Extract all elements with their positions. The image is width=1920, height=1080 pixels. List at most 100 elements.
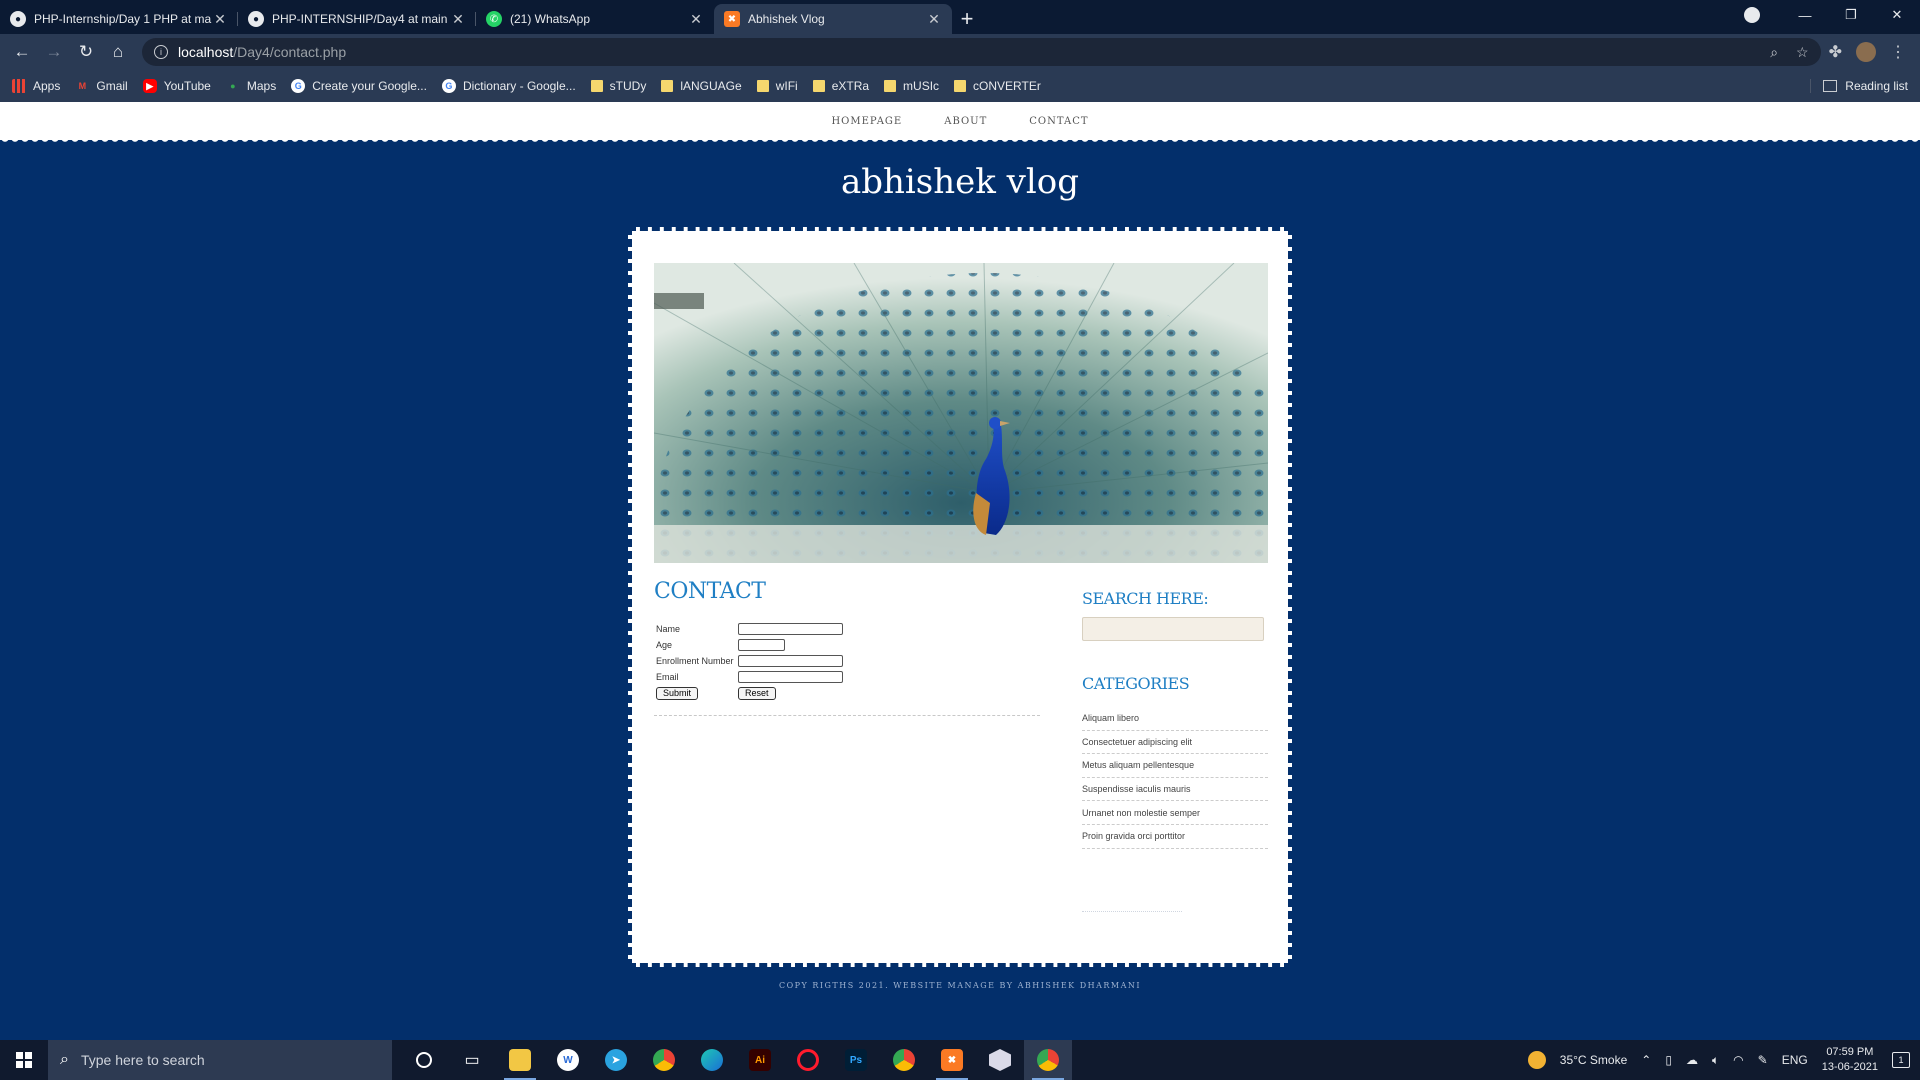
reading-list-button[interactable]: Reading list bbox=[1810, 79, 1908, 93]
search-input[interactable] bbox=[1082, 617, 1264, 641]
category-item[interactable]: Metus aliquam pellentesque bbox=[1082, 754, 1268, 778]
photoshop-icon[interactable]: Ps bbox=[832, 1040, 880, 1080]
weather-text[interactable]: 35°C Smoke bbox=[1560, 1053, 1628, 1067]
taskbar-search-placeholder: Type here to search bbox=[80, 1052, 205, 1068]
extensions-icon[interactable]: ✤ bbox=[1829, 42, 1842, 62]
clock-date: 13-06-2021 bbox=[1821, 1061, 1878, 1073]
clock[interactable]: 07:59 PM 13-06-2021 bbox=[1822, 1045, 1878, 1075]
bookmark-create-google[interactable]: G Create your Google... bbox=[291, 79, 427, 93]
home-icon[interactable]: ⌂ bbox=[102, 37, 134, 67]
xampp-taskbar-icon[interactable]: ✖ bbox=[928, 1040, 976, 1080]
bookmark-folder-converter[interactable]: cONVERTEr bbox=[954, 79, 1041, 93]
bookmark-youtube[interactable]: ▶ YouTube bbox=[142, 79, 211, 93]
tab-abhishek-vlog[interactable]: ✖ Abhishek Vlog ✕ bbox=[714, 4, 952, 34]
minimize-icon[interactable]: — bbox=[1782, 8, 1828, 23]
folder-icon bbox=[661, 80, 674, 92]
bookmark-folder-music[interactable]: mUSIc bbox=[884, 79, 939, 93]
bookmark-folder-extra[interactable]: eXTRa bbox=[812, 79, 869, 93]
reload-icon[interactable]: ↻ bbox=[70, 37, 102, 67]
telegram-icon[interactable]: ➤ bbox=[592, 1040, 640, 1080]
submit-button[interactable]: Submit bbox=[656, 686, 699, 700]
edge-icon[interactable] bbox=[688, 1040, 736, 1080]
back-icon[interactable]: ← bbox=[6, 37, 38, 67]
search-heading: SEARCH HERE: bbox=[1082, 589, 1209, 608]
profile-avatar[interactable] bbox=[1856, 42, 1876, 62]
task-view-icon[interactable]: ▭ bbox=[448, 1040, 496, 1080]
address-bar[interactable]: i localhost/Day4/contact.php ⌕ ☆ bbox=[142, 38, 1821, 66]
start-button[interactable] bbox=[0, 1040, 48, 1080]
chrome-icon[interactable] bbox=[640, 1040, 688, 1080]
category-item[interactable]: Aliquam libero bbox=[1082, 707, 1268, 731]
notification-icon[interactable]: 1 bbox=[1892, 1052, 1910, 1068]
nav-contact[interactable]: CONTACT bbox=[1029, 116, 1088, 127]
contact-heading: CONTACT bbox=[654, 579, 766, 604]
web-page: HOMEPAGE ABOUT CONTACT abhishek vlog CON… bbox=[0, 102, 1920, 1040]
opera-icon[interactable] bbox=[784, 1040, 832, 1080]
name-input[interactable] bbox=[738, 623, 843, 635]
clock-time: 07:59 PM bbox=[1826, 1046, 1874, 1058]
age-label: Age bbox=[656, 640, 673, 650]
wps-icon[interactable]: W bbox=[544, 1040, 592, 1080]
wifi-icon[interactable]: ◠ bbox=[1733, 1053, 1743, 1067]
category-item[interactable]: Suspendisse iaculis mauris bbox=[1082, 778, 1268, 802]
categories-list: Aliquam libero Consectetuer adipiscing e… bbox=[1082, 707, 1268, 849]
bookmark-maps[interactable]: ● Maps bbox=[226, 79, 276, 93]
windows-taskbar: ⌕ Type here to search ▭ W ➤ Ai Ps ✖ 35°C… bbox=[0, 1040, 1920, 1080]
close-icon[interactable]: ✕ bbox=[926, 11, 942, 28]
bookmark-apps[interactable]: Apps bbox=[12, 79, 60, 93]
language-indicator[interactable]: ENG bbox=[1782, 1053, 1808, 1067]
nav-homepage[interactable]: HOMEPAGE bbox=[831, 116, 902, 127]
chrome-profile-icon[interactable] bbox=[880, 1040, 928, 1080]
tab-title: Abhishek Vlog bbox=[748, 12, 825, 26]
zoom-icon[interactable]: ⌕ bbox=[1770, 44, 1778, 61]
category-item[interactable]: Consectetuer adipiscing elit bbox=[1082, 731, 1268, 755]
bookmark-star-icon[interactable]: ☆ bbox=[1796, 44, 1809, 61]
bookmark-gmail[interactable]: M Gmail bbox=[75, 79, 128, 93]
weather-icon[interactable] bbox=[1527, 1051, 1546, 1069]
device-icon[interactable]: ▯ bbox=[1665, 1053, 1672, 1067]
file-explorer-icon[interactable] bbox=[496, 1040, 544, 1080]
apps-grid-icon bbox=[12, 79, 26, 93]
site-info-icon[interactable]: i bbox=[154, 45, 168, 59]
close-icon[interactable]: ✕ bbox=[688, 11, 704, 28]
taskbar-search[interactable]: ⌕ Type here to search bbox=[48, 1040, 392, 1080]
restore-icon[interactable]: ❐ bbox=[1828, 7, 1874, 23]
chevron-up-icon[interactable]: ⌃ bbox=[1641, 1053, 1651, 1067]
bookmark-folder-wifi[interactable]: wIFi bbox=[756, 79, 798, 93]
window-close-icon[interactable]: ✕ bbox=[1874, 7, 1920, 23]
category-item[interactable]: Urnanet non molestie semper bbox=[1082, 801, 1268, 825]
volume-icon[interactable]: 🔈︎ bbox=[1712, 1053, 1719, 1068]
nav-about[interactable]: ABOUT bbox=[944, 116, 987, 127]
browser-toolbar: ← → ↻ ⌂ i localhost/Day4/contact.php ⌕ ☆… bbox=[0, 34, 1920, 70]
reset-button[interactable]: Reset bbox=[738, 686, 776, 700]
bookmark-folder-study[interactable]: sTUDy bbox=[590, 79, 646, 93]
enrollment-input[interactable] bbox=[738, 655, 843, 667]
chrome-active-icon[interactable] bbox=[1024, 1040, 1072, 1080]
pen-icon[interactable]: ✎ bbox=[1758, 1053, 1768, 1067]
close-icon[interactable]: ✕ bbox=[212, 11, 228, 28]
content-card: CONTACT Name Age Enrollment Number Email bbox=[628, 227, 1292, 967]
cortana-icon[interactable] bbox=[400, 1040, 448, 1080]
reading-list-icon bbox=[1823, 80, 1838, 92]
email-input[interactable] bbox=[738, 671, 843, 683]
cloud-icon[interactable]: ☁ bbox=[1686, 1053, 1698, 1067]
tab-search-icon[interactable] bbox=[1744, 7, 1760, 23]
site-footer: COPY RIGTHS 2021. WEBSITE MANAGE BY ABHI… bbox=[778, 981, 1142, 990]
menu-kebab-icon[interactable]: ⋮ bbox=[1890, 42, 1906, 62]
new-tab-button[interactable]: + bbox=[952, 4, 982, 34]
hex-app-icon[interactable] bbox=[976, 1040, 1024, 1080]
close-icon[interactable]: ✕ bbox=[450, 11, 466, 28]
category-item[interactable]: Proin gravida orci porttitor bbox=[1082, 825, 1268, 849]
bookmark-dictionary[interactable]: G Dictionary - Google... bbox=[441, 79, 576, 93]
forward-icon[interactable]: → bbox=[38, 37, 70, 67]
github-icon: ● bbox=[248, 11, 264, 27]
illustrator-icon[interactable]: Ai bbox=[736, 1040, 784, 1080]
bookmarks-bar: Apps M Gmail ▶ YouTube ● Maps G Create y… bbox=[0, 70, 1920, 102]
url-path: /Day4/contact.php bbox=[233, 44, 347, 60]
email-label: Email bbox=[656, 672, 679, 682]
tab-github-day1[interactable]: ● PHP-Internship/Day 1 PHP at ma ✕ bbox=[0, 4, 238, 34]
age-input[interactable] bbox=[738, 639, 785, 651]
tab-github-day4[interactable]: ● PHP-INTERNSHIP/Day4 at main · ✕ bbox=[238, 4, 476, 34]
bookmark-folder-language[interactable]: lANGUAGe bbox=[661, 79, 742, 93]
tab-whatsapp[interactable]: ✆ (21) WhatsApp ✕ bbox=[476, 4, 714, 34]
